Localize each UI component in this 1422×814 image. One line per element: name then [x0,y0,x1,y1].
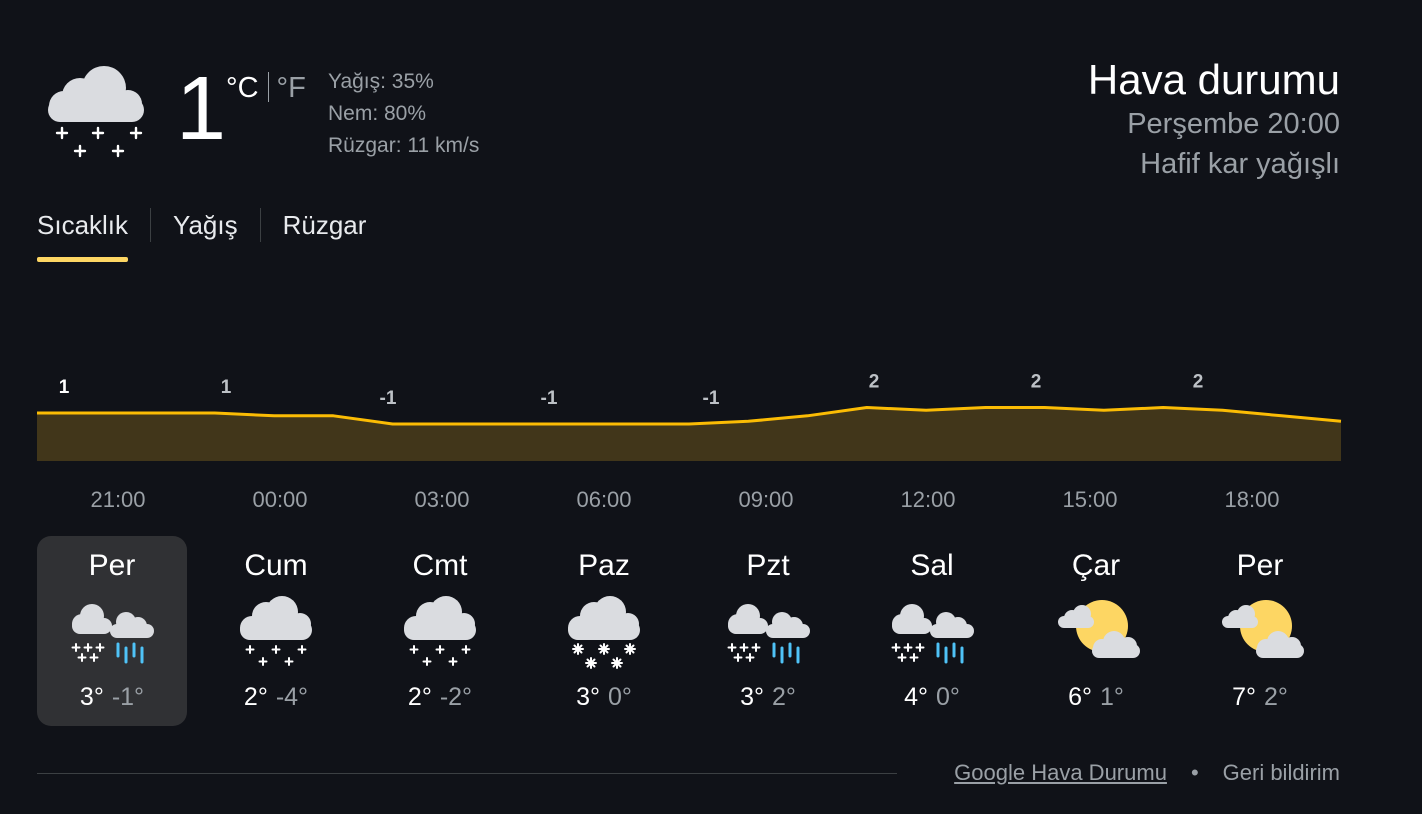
day-name: Sal [910,549,954,582]
celsius-button[interactable]: °C [226,72,259,104]
day-high: 7° [1232,683,1256,711]
current-temperature: 1 [176,59,227,159]
chart-data-label: 1 [221,377,232,398]
chart-x-tick: 15:00 [1062,487,1117,512]
chart-data-label: 1 [59,377,70,398]
chart-x-tick: 00:00 [252,487,307,512]
day-temperatures: 6° 1° [1021,682,1171,712]
chart-data-label: -1 [703,388,720,409]
light-snow-cloud-icon [48,66,144,158]
unit-divider [267,72,269,102]
chart-x-tick: 06:00 [576,487,631,512]
day-temperatures: 3° -1° [37,682,187,712]
current-details: Yağış: 35% Nem: 80% Rüzgar: 11 km/s [328,66,479,162]
day-low: 2° [1264,683,1288,711]
weather-header: Hava durumu Perşembe 20:00 Hafif kar yağ… [1088,56,1340,184]
chart-x-tick: 09:00 [738,487,793,512]
footer: Google Hava Durumu • Geri bildirim [954,759,1340,787]
tab-wind[interactable]: Rüzgar [283,206,367,262]
tab-divider [150,208,152,242]
day-high: 4° [904,683,928,711]
feedback-link[interactable]: Geri bildirim [1223,760,1340,785]
day-name: Per [1236,549,1284,582]
day-high: 2° [243,683,268,711]
temperature-chart-svg: 1 1 -1 -1 -1 2 2 2 21:00 00:00 03:00 06:00 09:00 12:… [37,372,1342,512]
chart-data-label: 2 [1193,372,1204,393]
day-high: 2° [407,683,432,711]
day-name: Cmt [412,549,468,582]
weather-card: 1 °C °F Yağış: 35% Nem: 80% Rüzgar: 11 km… [0,0,1422,814]
day-name: Cum [244,549,308,582]
day-temperatures: 2° -2° [365,682,515,712]
day-item[interactable]: Per 7° 2° [1185,536,1335,726]
day-item[interactable]: Per 3° -1° [37,536,187,726]
chart-x-tick: 12:00 [900,487,955,512]
partly-cloudy-icon [1058,600,1140,658]
chart-data-label: -1 [380,388,397,409]
day-temperatures: 7° 2° [1185,682,1335,712]
day-low: -4° [275,683,309,711]
precipitation-text: Yağış: 35% [328,70,434,93]
footer-separator: • [1190,760,1199,785]
tab-temperature[interactable]: Sıcaklık [37,206,129,262]
day-item[interactable]: Pzt 3° 2° [693,536,843,726]
day-low: -1° [111,683,145,711]
partly-cloudy-icon [1222,600,1304,658]
day-temperatures: 2° -4° [201,682,351,712]
chart-x-tick: 03:00 [414,487,469,512]
day-high: 6° [1068,683,1092,711]
day-low: 0° [936,683,960,711]
day-temperatures: 4° 0° [857,682,1007,712]
day-low: 0° [608,683,632,711]
day-item[interactable]: Cum 2° -4° [201,536,351,726]
temperature-chart: 1 1 -1 -1 -1 2 2 2 21:00 00:00 03:00 06:00 09:00 12:… [0,300,1422,530]
day-low: 2° [772,683,796,711]
day-temperatures: 3° 0° [529,682,679,712]
day-item[interactable]: Sal 4° 0° [857,536,1007,726]
day-item[interactable]: Paz 3° 0° [529,536,679,726]
wind-text: Rüzgar: 11 km/s [328,134,480,157]
day-high: 3° [576,683,600,711]
chart-tabs: Sıcaklık Yağış Rüzgar [37,206,366,262]
datetime-text: Perşembe 20:00 [1127,108,1340,140]
day-name: Per [88,549,136,582]
day-low: -2° [439,683,473,711]
chart-data-label: 2 [869,372,880,393]
unit-toggle: °C °F [226,72,306,104]
chart-x-tick: 18:00 [1224,487,1279,512]
chart-data-label: -1 [541,388,558,409]
day-temperatures: 3° 2° [693,682,843,712]
day-high: 3° [79,683,104,711]
day-low: 1° [1100,683,1124,711]
day-item[interactable]: Cmt 2° -2° [365,536,515,726]
chart-data-label: 2 [1031,372,1042,393]
day-name: Çar [1071,549,1121,582]
snow-rain-icon [71,604,154,664]
temperature-area [37,407,1341,461]
day-item[interactable]: Çar 6° 1° [1021,536,1171,726]
snow-rain-icon [891,604,974,664]
footer-divider [37,773,897,774]
snow-rain-icon [727,604,810,664]
day-name: Paz [578,549,630,582]
snow-cloud-icon [240,596,312,666]
chart-x-tick: 21:00 [90,487,145,512]
day-name: Pzt [746,549,790,582]
fahrenheit-button[interactable]: °F [277,72,306,104]
source-link[interactable]: Google Hava Durumu [954,760,1167,785]
condition-text: Hafif kar yağışlı [1140,148,1340,180]
snow-cloud-icon [404,596,476,666]
heavy-snow-cloud-icon [568,596,640,669]
page-title: Hava durumu [1087,56,1340,103]
tab-divider [259,208,261,242]
tab-precipitation[interactable]: Yağış [173,206,238,262]
day-high: 3° [740,683,764,711]
humidity-text: Nem: 80% [328,102,427,125]
